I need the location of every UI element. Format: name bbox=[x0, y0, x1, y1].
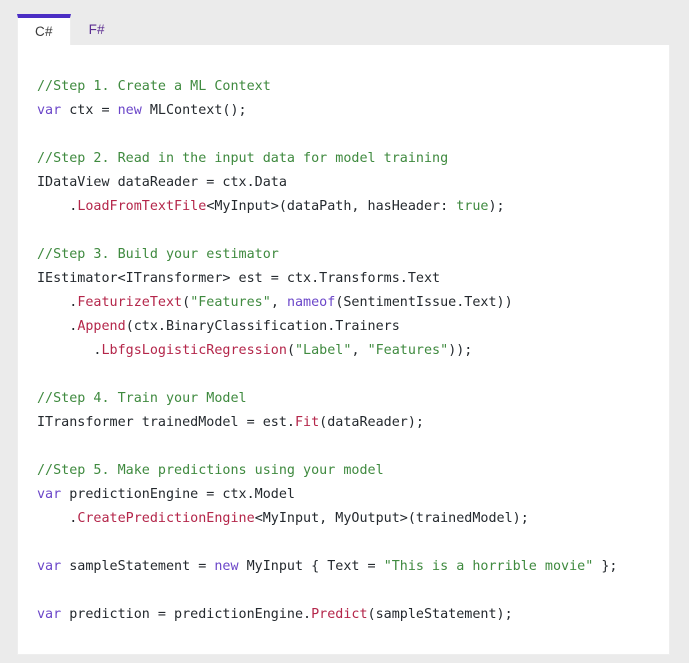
code-line: IDataView dataReader = ctx.Data bbox=[37, 175, 287, 190]
code-token-plain: IDataView dataReader = ctx.Data bbox=[37, 175, 287, 190]
code-line: .FeaturizeText("Features", nameof(Sentim… bbox=[37, 295, 513, 310]
code-line: //Step 4. Train your Model bbox=[37, 391, 247, 406]
code-token-fn: CreatePredictionEngine bbox=[77, 511, 255, 526]
code-sample-widget: C# F# //Step 1. Create a ML Context var … bbox=[0, 0, 689, 663]
code-token-fn: Predict bbox=[311, 607, 368, 622]
code-token-plain: (ctx.BinaryClassification.Trainers bbox=[125, 319, 400, 334]
code-token-str: "Features" bbox=[190, 295, 271, 310]
code-line: var ctx = new MLContext(); bbox=[37, 103, 247, 118]
code-line: .CreatePredictionEngine<MyInput, MyOutpu… bbox=[37, 511, 529, 526]
code-token-kw: var bbox=[37, 607, 62, 622]
code-token-plain: . bbox=[37, 295, 78, 310]
code-line: ITransformer trainedModel = est.Fit(data… bbox=[37, 415, 424, 430]
code-token-lit: true bbox=[456, 199, 489, 214]
code-token-kw: var bbox=[37, 103, 62, 118]
code-token-plain: ( bbox=[182, 295, 191, 310]
code-token-plain: . bbox=[37, 319, 78, 334]
code-line: //Step 2. Read in the input data for mod… bbox=[37, 151, 448, 166]
code-token-plain: prediction = predictionEngine. bbox=[61, 607, 312, 622]
code-token-plain: . bbox=[37, 343, 102, 358]
code-block: //Step 1. Create a ML Context var ctx = … bbox=[18, 45, 669, 627]
code-token-str: "Features" bbox=[367, 343, 449, 358]
code-token-str: "Label" bbox=[295, 343, 352, 358]
tab-csharp[interactable]: C# bbox=[17, 14, 71, 46]
code-token-str: "This is a horrible movie" bbox=[383, 559, 594, 574]
code-line: //Step 1. Create a ML Context bbox=[37, 79, 271, 94]
code-line: var sampleStatement = new MyInput { Text… bbox=[37, 559, 617, 574]
code-line: //Step 5. Make predictions using your mo… bbox=[37, 463, 384, 478]
code-token-cmt: //Step 1. Create a ML Context bbox=[37, 79, 271, 94]
language-tab-strip: C# F# bbox=[17, 14, 670, 46]
code-token-fn: LoadFromTextFile bbox=[77, 199, 207, 214]
code-token-plain: , bbox=[270, 295, 287, 310]
code-token-plain: ctx = bbox=[61, 103, 118, 118]
code-token-fn: Fit bbox=[294, 415, 320, 430]
code-token-plain: MLContext(); bbox=[141, 103, 247, 118]
tab-csharp-label: C# bbox=[35, 24, 53, 39]
code-token-kw: new bbox=[214, 559, 239, 574]
code-token-plain: (dataReader); bbox=[319, 415, 424, 430]
code-token-plain: ITransformer trainedModel = est. bbox=[37, 415, 295, 430]
code-token-cmt: //Step 5. Make predictions using your mo… bbox=[37, 463, 384, 478]
code-line: //Step 3. Build your estimator bbox=[37, 247, 279, 262]
code-token-plain: predictionEngine = ctx.Model bbox=[61, 487, 295, 502]
code-line: IEstimator<ITransformer> est = ctx.Trans… bbox=[37, 271, 440, 286]
code-token-kw: var bbox=[37, 559, 62, 574]
code-token-plain: }; bbox=[593, 559, 618, 574]
code-token-fn: Append bbox=[77, 319, 126, 334]
tab-fsharp[interactable]: F# bbox=[71, 14, 123, 45]
code-token-kw: var bbox=[37, 487, 62, 502]
code-token-cmt: //Step 4. Train your Model bbox=[37, 391, 247, 406]
code-token-plain: , bbox=[351, 343, 368, 358]
tab-fsharp-label: F# bbox=[88, 22, 105, 37]
code-token-kw: nameof bbox=[286, 295, 336, 310]
code-token-plain: )); bbox=[448, 343, 473, 358]
code-token-plain: MyInput { Text = bbox=[238, 559, 384, 574]
code-token-plain: <MyInput>(dataPath, hasHeader: bbox=[206, 199, 457, 214]
code-token-plain: (SentimentIssue.Text)) bbox=[335, 295, 513, 310]
code-token-plain: . bbox=[37, 199, 78, 214]
code-line: var prediction = predictionEngine.Predic… bbox=[37, 607, 513, 622]
code-panel: //Step 1. Create a ML Context var ctx = … bbox=[17, 45, 670, 655]
code-token-plain: <MyInput, MyOutput>(trainedModel); bbox=[254, 511, 529, 526]
code-token-kw: new bbox=[117, 103, 142, 118]
code-token-cmt: //Step 3. Build your estimator bbox=[37, 247, 279, 262]
code-token-fn: FeaturizeText bbox=[77, 295, 183, 310]
code-token-plain: . bbox=[37, 511, 78, 526]
code-token-plain: ( bbox=[286, 343, 295, 358]
code-token-plain: sampleStatement = bbox=[61, 559, 215, 574]
code-token-fn: LbfgsLogisticRegression bbox=[101, 343, 287, 358]
code-token-plain: (sampleStatement); bbox=[367, 607, 513, 622]
code-line: .LoadFromTextFile<MyInput>(dataPath, has… bbox=[37, 199, 505, 214]
code-line: .Append(ctx.BinaryClassification.Trainer… bbox=[37, 319, 400, 334]
code-line: .LbfgsLogisticRegression("Label", "Featu… bbox=[37, 343, 472, 358]
code-line: var predictionEngine = ctx.Model bbox=[37, 487, 295, 502]
code-token-cmt: //Step 2. Read in the input data for mod… bbox=[37, 151, 449, 166]
code-token-plain: IEstimator<ITransformer> est = ctx.Trans… bbox=[37, 271, 441, 286]
code-token-plain: ); bbox=[488, 199, 505, 214]
